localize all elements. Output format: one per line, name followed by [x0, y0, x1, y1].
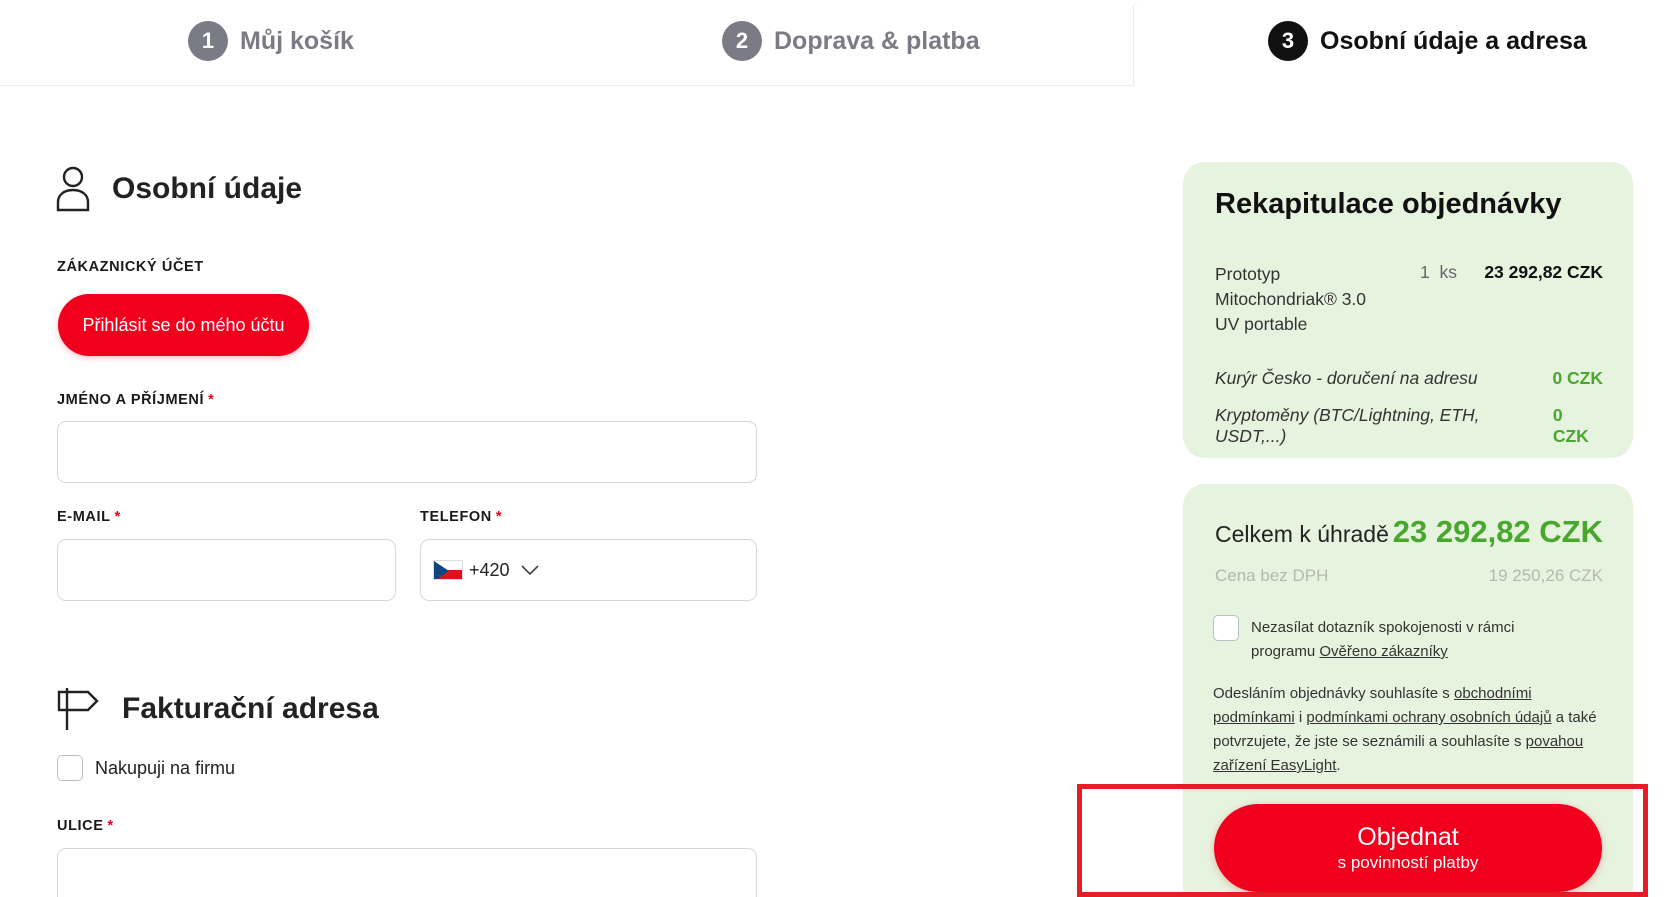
total-value: 23 292,82 CZK [1392, 514, 1603, 549]
item-name: Prototyp Mitochondriak® 3.0 UV portable [1215, 264, 1367, 334]
phone-input[interactable]: +420 [420, 539, 757, 601]
total-row: Celkem k úhradě 23 292,82 CZK [1215, 514, 1603, 550]
shipping-row: Kurýr Česko - doručení na adresu 0 CZK [1215, 368, 1603, 389]
login-button[interactable]: Přihlásit se do mého účtu [58, 294, 309, 356]
payment-price: 0 CZK [1552, 405, 1589, 446]
street-label: ULICE * [57, 818, 114, 834]
step-label: Doprava & platba [774, 26, 980, 55]
total-label: Celkem k úhradě [1215, 521, 1389, 547]
survey-checkbox[interactable] [1213, 615, 1239, 641]
privacy-link[interactable]: podmínkami ochrany osobních údajů [1306, 709, 1551, 726]
name-label: JMÉNO A PŘÍJMENÍ * [57, 392, 214, 408]
nodph-label: Cena bez DPH [1215, 566, 1329, 585]
order-button-sub: s povinností platby [1337, 853, 1479, 872]
terms-part: . [1336, 757, 1341, 774]
step-shipping-payment[interactable]: 2 Doprava & platba [722, 20, 980, 62]
phone-label: TELEFON * [420, 509, 502, 525]
label-text: JMÉNO A PŘÍJMENÍ [57, 392, 205, 408]
label-text: E-MAIL [57, 509, 111, 525]
label-text: TELEFON [420, 509, 492, 525]
name-input[interactable] [57, 421, 757, 483]
required-mark: * [208, 392, 215, 408]
personal-section-title: Osobní údaje [56, 166, 302, 212]
step-cart[interactable]: 1 Můj košík [188, 20, 354, 62]
order-button[interactable]: Objednat s povinností platby [1214, 804, 1602, 892]
required-mark: * [114, 509, 121, 525]
street-input[interactable] [57, 848, 757, 897]
required-mark: * [107, 818, 114, 834]
company-checkbox[interactable] [57, 755, 83, 781]
item-qty-unit: ks [1439, 262, 1457, 282]
item-qty: 1 ks [1420, 262, 1457, 283]
section-title-text: Fakturační adresa [122, 692, 379, 725]
shipping-name: Kurýr Česko - doručení na adresu [1215, 368, 1478, 388]
survey-link[interactable]: Ověřeno zákazníky [1319, 643, 1447, 660]
step-number: 3 [1268, 21, 1308, 61]
user-icon [56, 166, 90, 212]
section-title-text: Osobní údaje [112, 172, 303, 205]
chevron-down-icon[interactable] [520, 560, 540, 581]
step-label: Osobní údaje a adresa [1320, 26, 1587, 55]
order-recap: Rekapitulace objednávky Prototyp Mitocho… [1183, 162, 1633, 458]
nodph-value: 19 250,26 CZK [1488, 566, 1603, 585]
phone-prefix[interactable]: +420 [469, 560, 510, 581]
email-label: E-MAIL * [57, 509, 121, 525]
item-qty-value: 1 [1420, 262, 1430, 282]
billing-section-title: Fakturační adresa [56, 686, 379, 732]
account-label: ZÁKAZNICKÝ ÚČET [57, 259, 204, 275]
step-personal-address: 3 Osobní údaje a adresa [1268, 20, 1587, 62]
terms-part: i [1298, 709, 1303, 726]
step-label: Můj košík [240, 26, 354, 55]
label-text: ULICE [57, 818, 104, 834]
czech-flag-icon [433, 560, 463, 580]
recap-title: Rekapitulace objednávky [1215, 188, 1562, 220]
step-number: 2 [722, 21, 762, 61]
item-price: 23 292,82 CZK [1484, 262, 1603, 282]
order-button-main: Objednat [1357, 823, 1459, 851]
signpost-icon [56, 686, 100, 732]
company-checkbox-label[interactable]: Nakupuji na firmu [95, 758, 235, 779]
required-mark: * [495, 509, 503, 525]
terms-part: Odesláním objednávky souhlasíte s [1213, 685, 1450, 702]
checkout-steps: 1 Můj košík 2 Doprava & platba 3 Osobní … [0, 0, 1670, 86]
terms-text: Odesláním objednávky souhlasíte s obchod… [1213, 682, 1613, 778]
shipping-price: 0 CZK [1552, 368, 1603, 388]
survey-text: Nezasílat dotazník spokojenosti v rámci … [1251, 616, 1581, 664]
payment-name: Kryptoměny (BTC/Lightning, ETH, USDT,...… [1215, 405, 1480, 446]
price-without-vat-row: Cena bez DPH 19 250,26 CZK [1215, 566, 1603, 586]
payment-row: Kryptoměny (BTC/Lightning, ETH, USDT,...… [1215, 405, 1603, 447]
step-number: 1 [188, 21, 228, 61]
email-input[interactable] [57, 539, 396, 601]
